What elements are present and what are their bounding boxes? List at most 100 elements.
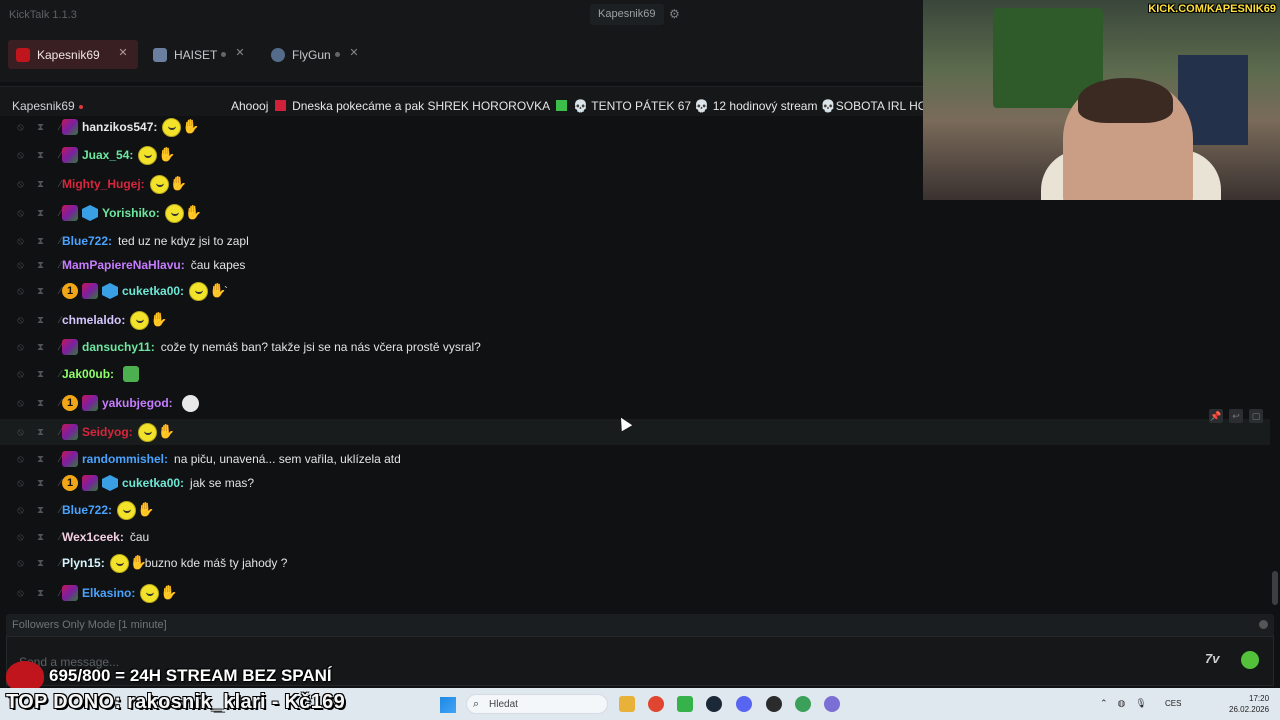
close-icon[interactable]: ✕: [116, 47, 130, 61]
chat-message[interactable]: ⦸ ⧗ ⁄ Blue722: ✋: [0, 497, 1270, 523]
ban-icon[interactable]: ⦸: [13, 179, 28, 190]
timeout-icon[interactable]: ⧗: [33, 122, 48, 133]
timeout-icon[interactable]: ⧗: [33, 236, 48, 247]
timeout-icon[interactable]: ⧗: [33, 208, 48, 219]
timeout-icon[interactable]: ⧗: [33, 398, 48, 409]
username[interactable]: cuketka00:: [122, 476, 184, 490]
ban-icon[interactable]: ⦸: [13, 532, 28, 543]
subscriber-badge-icon[interactable]: [62, 205, 78, 221]
chat-message[interactable]: ⦸ ⧗ ⁄ 1 cuketka00: ✋ `: [0, 278, 1270, 304]
kick-app-icon[interactable]: [677, 696, 693, 712]
chat-message[interactable]: ⦸ ⧗ ⁄ randommishel: na piču, unavená... sem …: [0, 446, 1270, 472]
chat-message[interactable]: ⦸ ⧗ ⁄ Yorishiko: ✋: [0, 200, 1270, 226]
subscriber-badge-icon[interactable]: [82, 475, 98, 491]
ban-icon[interactable]: ⦸: [13, 150, 28, 161]
username[interactable]: Wex1ceek:: [62, 530, 124, 544]
taskbar-search[interactable]: ⌕ Hledat: [466, 694, 608, 714]
clock[interactable]: 17:20 26.02.2026: [1229, 693, 1269, 715]
tab-kapesnik69[interactable]: Kapesnik69 ✕: [8, 40, 138, 69]
gear-icon[interactable]: ⚙: [669, 7, 680, 21]
ban-icon[interactable]: ⦸: [13, 260, 28, 271]
username[interactable]: randommishel:: [82, 452, 168, 466]
username[interactable]: Juax_54:: [82, 148, 133, 162]
ban-icon[interactable]: ⦸: [13, 427, 28, 438]
username[interactable]: Mighty_Hugej:: [62, 177, 145, 191]
chrome-icon[interactable]: [648, 696, 664, 712]
microphone-icon[interactable]: 🎙: [1135, 698, 1146, 709]
timeout-icon[interactable]: ⧗: [33, 454, 48, 465]
ban-icon[interactable]: ⦸: [13, 342, 28, 353]
username[interactable]: yakubjegod:: [102, 396, 173, 410]
username[interactable]: hanzikos547:: [82, 120, 157, 134]
username[interactable]: dansuchy11:: [82, 340, 155, 354]
timeout-icon[interactable]: ⧗: [33, 505, 48, 516]
ban-icon[interactable]: ⦸: [13, 454, 28, 465]
pin-icon[interactable]: 📌: [1209, 409, 1223, 423]
chat-message[interactable]: ⦸ ⧗ ⁄ 1 cuketka00: jak se mas?: [0, 470, 1270, 496]
current-user-button[interactable]: Kapesnik69: [590, 4, 664, 25]
ban-icon[interactable]: ⦸: [13, 315, 28, 326]
chat-message[interactable]: ⦸ ⧗ ⁄ Elkasino: ✋: [0, 580, 1270, 606]
chat-scrollbar[interactable]: [1272, 571, 1278, 605]
username[interactable]: cuketka00:: [122, 284, 184, 298]
subscriber-badge-icon[interactable]: [82, 395, 98, 411]
username[interactable]: Elkasino:: [82, 586, 135, 600]
timeout-icon[interactable]: ⧗: [33, 150, 48, 161]
close-icon[interactable]: ✕: [347, 47, 361, 61]
subscriber-badge-icon[interactable]: [62, 451, 78, 467]
discord-icon[interactable]: [736, 696, 752, 712]
tab-flygun[interactable]: FlyGun ✕: [263, 40, 369, 69]
timeout-icon[interactable]: ⧗: [33, 532, 48, 543]
info-icon[interactable]: [1259, 620, 1268, 629]
cube-badge-icon[interactable]: [82, 205, 98, 221]
timeout-icon[interactable]: ⧗: [33, 588, 48, 599]
chat-message[interactable]: ⦸ ⧗ ⁄ chmelaldo: ✋: [0, 307, 1270, 333]
username[interactable]: chmelaldo:: [62, 313, 125, 327]
timeout-icon[interactable]: ⧗: [33, 286, 48, 297]
windows-start-icon[interactable]: [440, 697, 456, 713]
chevron-up-icon[interactable]: ⌃: [1100, 698, 1108, 709]
timeout-icon[interactable]: ⧗: [33, 369, 48, 380]
ban-icon[interactable]: ⦸: [13, 236, 28, 247]
username[interactable]: Yorishiko:: [102, 206, 160, 220]
chat-message[interactable]: ⦸ ⧗ ⁄ Jak00ub:: [0, 361, 1270, 387]
tab-haiset[interactable]: HAISET ✕: [145, 40, 255, 69]
copy-icon[interactable]: ▢: [1249, 409, 1263, 423]
chat-message[interactable]: ⦸ ⧗ ⁄ Plyn15: ✋ buzno kde máš ty jahody ?: [0, 550, 1270, 576]
ban-icon[interactable]: ⦸: [13, 478, 28, 489]
subscriber-badge-icon[interactable]: [62, 147, 78, 163]
timeout-icon[interactable]: ⧗: [33, 260, 48, 271]
username[interactable]: Plyn15:: [62, 556, 105, 570]
cube-badge-icon[interactable]: [102, 283, 118, 299]
gifter-badge-icon[interactable]: 1: [62, 475, 78, 491]
chat-message[interactable]: ⦸ ⧗ ⁄ MamPapiereNaHlavu: čau kapes: [0, 252, 1270, 278]
subscriber-badge-icon[interactable]: [62, 119, 78, 135]
subscriber-badge-icon[interactable]: [62, 424, 78, 440]
kick-emote-button[interactable]: [1241, 651, 1259, 669]
ban-icon[interactable]: ⦸: [13, 286, 28, 297]
ban-icon[interactable]: ⦸: [13, 398, 28, 409]
timeout-icon[interactable]: ⧗: [33, 427, 48, 438]
file-explorer-icon[interactable]: [619, 696, 635, 712]
network-icon[interactable]: ◍: [1118, 698, 1126, 709]
ban-icon[interactable]: ⦸: [13, 122, 28, 133]
gifter-badge-icon[interactable]: 1: [62, 395, 78, 411]
timeout-icon[interactable]: ⧗: [33, 179, 48, 190]
close-icon[interactable]: ✕: [233, 47, 247, 61]
timeout-icon[interactable]: ⧗: [33, 342, 48, 353]
timeout-icon[interactable]: ⧗: [33, 315, 48, 326]
timeout-icon[interactable]: ⧗: [33, 558, 48, 569]
ban-icon[interactable]: ⦸: [13, 558, 28, 569]
ban-icon[interactable]: ⦸: [13, 588, 28, 599]
username[interactable]: MamPapiereNaHlavu:: [62, 258, 185, 272]
gifter-badge-icon[interactable]: 1: [62, 283, 78, 299]
obs-icon[interactable]: [766, 696, 782, 712]
chat-message[interactable]: ⦸ ⧗ ⁄ dansuchy11: cože ty nemáš ban? takže j…: [0, 334, 1270, 360]
subscriber-badge-icon[interactable]: [62, 339, 78, 355]
chat-message[interactable]: ⦸ ⧗ ⁄ 1 yakubjegod:: [0, 390, 1270, 416]
language-indicator[interactable]: CES: [1165, 699, 1181, 708]
chat-message[interactable]: ⦸ ⧗ ⁄ Seidyog: ✋: [0, 419, 1270, 445]
subscriber-badge-icon[interactable]: [62, 585, 78, 601]
chat-message[interactable]: ⦸ ⧗ ⁄ Wex1ceek: čau: [0, 524, 1270, 550]
steam-icon[interactable]: [706, 696, 722, 712]
